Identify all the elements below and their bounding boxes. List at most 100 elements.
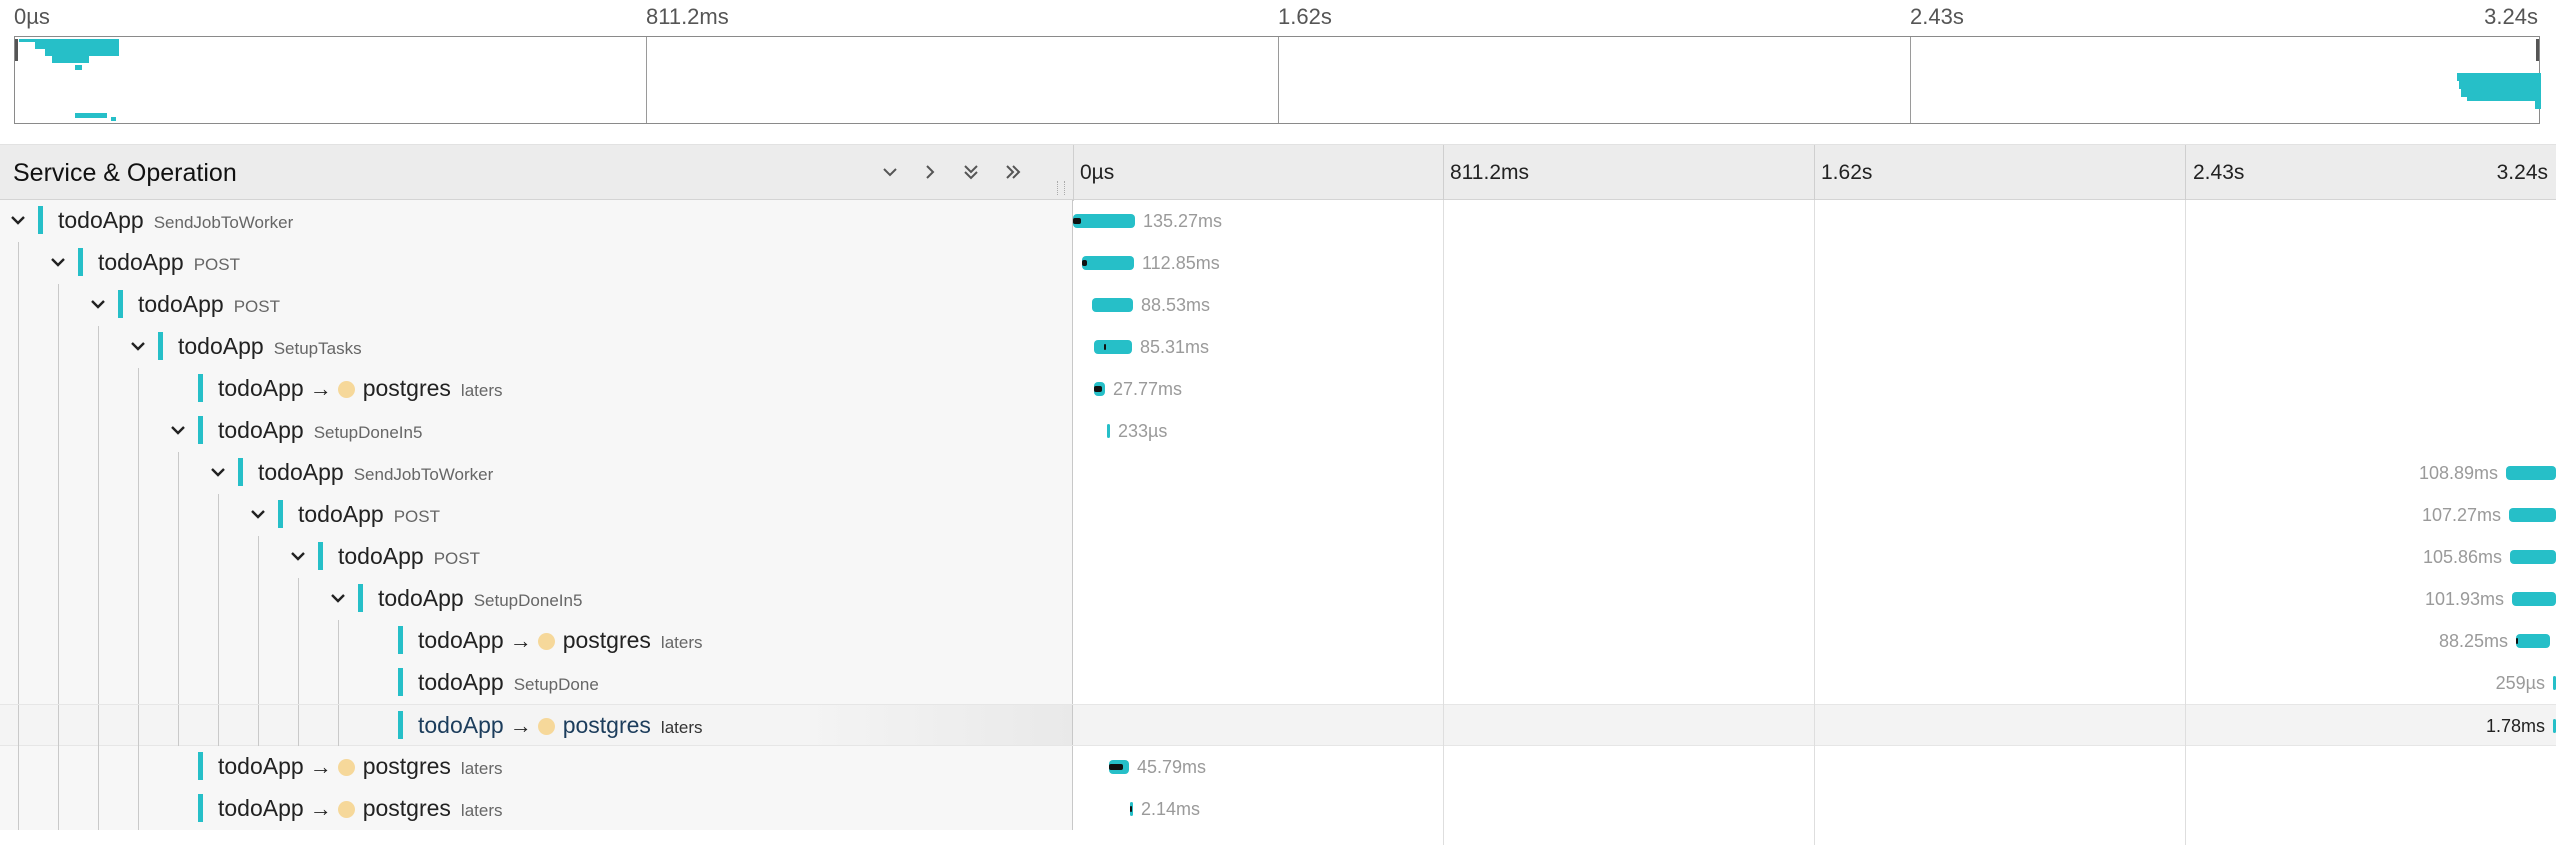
span-label[interactable]: todoApp SetupDoneIn5: [218, 417, 422, 444]
span-name-cell[interactable]: todoApp SendJobToWorker: [0, 200, 1073, 242]
span-duration-bar[interactable]: [2512, 592, 2556, 606]
span-label[interactable]: todoApp POST: [138, 291, 280, 318]
tree-guide-line: [218, 705, 219, 747]
span-duration-label: 105.86ms: [2422, 547, 2502, 567]
tree-guide-line: [58, 410, 59, 452]
expand-toggle[interactable]: [328, 588, 348, 608]
span-label[interactable]: todoApp → postgres laters: [418, 627, 703, 654]
minimap-span: [45, 49, 119, 56]
span-label[interactable]: todoApp SendJobToWorker: [58, 207, 293, 234]
span-label[interactable]: todoApp SetupTasks: [178, 333, 362, 360]
expand-toggle[interactable]: [288, 546, 308, 566]
span-duration-label: 101.93ms: [2424, 589, 2504, 609]
tree-guide-line: [338, 620, 339, 662]
tree-guide-line: [258, 705, 259, 747]
tree-guide-line: [178, 452, 179, 494]
span-name-cell[interactable]: todoApp → postgres laters: [0, 705, 1073, 747]
operation-name: laters: [660, 718, 703, 737]
expand-one-button[interactable]: [915, 157, 945, 187]
span-duration-bar[interactable]: [1107, 424, 1110, 438]
span-duration-bar[interactable]: [2509, 508, 2556, 522]
span-duration-bar[interactable]: [1094, 382, 1105, 396]
span-duration-bar[interactable]: [2506, 466, 2556, 480]
tree-guide-line: [178, 578, 179, 620]
span-label[interactable]: todoApp POST: [338, 543, 480, 570]
span-duration-bar[interactable]: [1094, 340, 1132, 354]
collapse-one-button[interactable]: [875, 157, 905, 187]
tree-guide-line: [178, 705, 179, 747]
operation-name: laters: [460, 759, 503, 778]
span-self-time-marker: [1104, 344, 1106, 350]
span-duration-bar[interactable]: [1109, 760, 1129, 774]
span-duration-bar[interactable]: [1073, 214, 1135, 228]
span-row[interactable]: todoApp → postgres laters 88.25ms: [0, 620, 2556, 662]
span-row[interactable]: todoApp POST 88.53ms: [0, 284, 2556, 326]
span-row[interactable]: todoApp → postgres laters 1.78ms: [0, 704, 2556, 747]
expand-toggle[interactable]: [8, 210, 28, 230]
span-row[interactable]: todoApp SetupDoneIn5 233µs: [0, 410, 2556, 452]
span-row[interactable]: todoApp POST 107.27ms: [0, 494, 2556, 536]
trace-minimap[interactable]: 0µs 811.2ms 1.62s 2.43s 3.24s: [0, 0, 2556, 136]
span-name-cell[interactable]: todoApp → postgres laters: [0, 788, 1073, 830]
span-row[interactable]: todoApp SendJobToWorker 135.27ms: [0, 200, 2556, 242]
minimap-canvas[interactable]: [14, 36, 2541, 124]
span-name-cell[interactable]: todoApp SendJobToWorker: [0, 452, 1073, 494]
minimap-tick-label: 811.2ms: [646, 4, 729, 29]
span-name-cell[interactable]: todoApp SetupDoneIn5: [0, 410, 1073, 452]
minimap-left-handle[interactable]: [15, 39, 18, 61]
tree-guide-line: [98, 326, 99, 368]
expand-toggle[interactable]: [128, 336, 148, 356]
span-name-cell[interactable]: todoApp POST: [0, 494, 1073, 536]
span-label[interactable]: todoApp → postgres laters: [218, 753, 503, 780]
span-label[interactable]: todoApp → postgres laters: [218, 375, 503, 402]
span-duration-bar[interactable]: [2516, 634, 2550, 648]
span-row[interactable]: todoApp SetupDoneIn5 101.93ms: [0, 578, 2556, 620]
tree-guide-line: [298, 578, 299, 620]
peer-service-icon: [337, 759, 355, 776]
span-label[interactable]: todoApp → postgres laters: [418, 712, 703, 739]
span-row[interactable]: todoApp POST 105.86ms: [0, 536, 2556, 578]
span-label[interactable]: todoApp → postgres laters: [218, 795, 503, 822]
tree-guide-line: [98, 746, 99, 788]
span-name-cell[interactable]: todoApp → postgres laters: [0, 620, 1073, 662]
collapse-all-button[interactable]: [956, 157, 986, 187]
span-name-cell[interactable]: todoApp SetupTasks: [0, 326, 1073, 368]
span-name-cell[interactable]: todoApp POST: [0, 536, 1073, 578]
span-label[interactable]: todoApp SetupDoneIn5: [378, 585, 582, 612]
span-label[interactable]: todoApp SetupDone: [418, 669, 599, 696]
span-name-cell[interactable]: todoApp SetupDoneIn5: [0, 578, 1073, 620]
span-duration-bar[interactable]: [2510, 550, 2556, 564]
tree-guide-line: [138, 662, 139, 704]
span-name-cell[interactable]: todoApp → postgres laters: [0, 368, 1073, 410]
span-self-time-marker: [1082, 260, 1087, 266]
span-duration-label: 259µs: [2495, 673, 2545, 693]
span-name-cell[interactable]: todoApp → postgres laters: [0, 746, 1073, 788]
expand-toggle[interactable]: [88, 294, 108, 314]
expand-all-button[interactable]: [998, 157, 1028, 187]
span-duration-bar[interactable]: [1092, 298, 1133, 312]
span-name-cell[interactable]: todoApp SetupDone: [0, 662, 1073, 704]
timeline-tick-label: 0µs: [1080, 161, 1115, 184]
column-resize-handle[interactable]: [1057, 181, 1065, 195]
expand-toggle[interactable]: [248, 504, 268, 524]
span-duration-bar[interactable]: [1082, 256, 1134, 270]
span-row[interactable]: todoApp → postgres laters 2.14ms: [0, 788, 2556, 830]
span-name-cell[interactable]: todoApp POST: [0, 242, 1073, 284]
expand-toggle[interactable]: [48, 252, 68, 272]
span-row[interactable]: todoApp → postgres laters 45.79ms: [0, 746, 2556, 788]
span-row[interactable]: todoApp → postgres laters 27.77ms: [0, 368, 2556, 410]
span-label[interactable]: todoApp SendJobToWorker: [258, 459, 493, 486]
service-color-bar: [78, 248, 83, 276]
span-row[interactable]: todoApp SetupDone 259µs: [0, 662, 2556, 704]
span-label[interactable]: todoApp POST: [298, 501, 440, 528]
span-label[interactable]: todoApp POST: [98, 249, 240, 276]
span-name-cell[interactable]: todoApp POST: [0, 284, 1073, 326]
span-duration-bar[interactable]: [1130, 802, 1133, 816]
span-row[interactable]: todoApp POST 112.85ms: [0, 242, 2556, 284]
expand-toggle[interactable]: [168, 420, 188, 440]
span-row[interactable]: todoApp SendJobToWorker 108.89ms: [0, 452, 2556, 494]
tree-guide-line: [18, 578, 19, 620]
minimap-right-handle[interactable]: [2536, 39, 2539, 61]
expand-toggle[interactable]: [208, 462, 228, 482]
span-row[interactable]: todoApp SetupTasks 85.31ms: [0, 326, 2556, 368]
